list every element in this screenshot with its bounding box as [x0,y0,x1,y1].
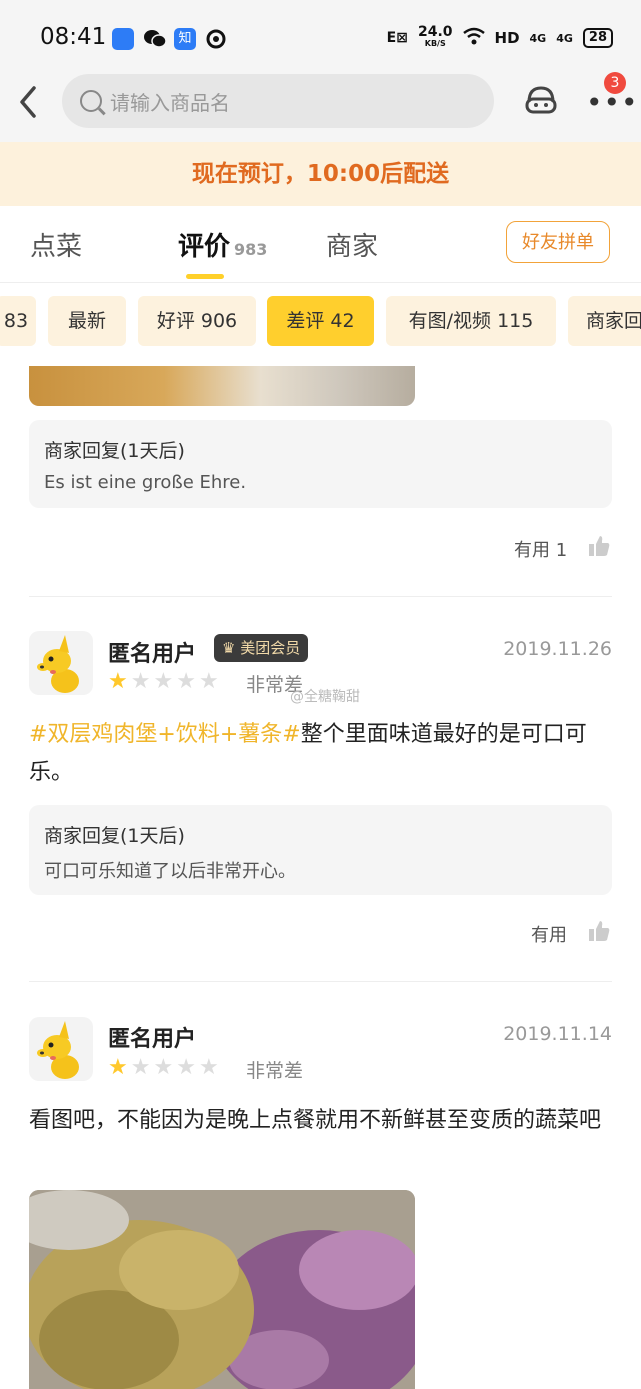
dish-tag[interactable]: #双层鸡肉堡+饮料+薯条# [29,722,301,747]
tab-active-indicator [186,274,224,279]
filter-positive[interactable]: 好评 906 [138,296,256,346]
useful-button[interactable]: 有用 [531,921,567,947]
signal-4g-icon-2: 4G [556,31,573,45]
merchant-reply-text: Es ist eine große Ehre. [44,472,247,493]
thumbs-up-icon[interactable] [588,920,610,942]
group-order-button[interactable]: 好友拼单 [506,221,610,263]
zhihu-icon: 知 [174,28,196,50]
tab-merchant[interactable]: 商家 [326,226,378,263]
thumbs-up-icon[interactable] [588,535,610,557]
more-icon[interactable]: ••• [586,89,639,117]
status-time: 08:41 [40,24,107,50]
merchant-reply-text: 可口可乐知道了以后非常开心。 [44,861,296,882]
review-date: 2019.11.14 [503,1023,612,1045]
tab-menu[interactable]: 点菜 [30,226,82,263]
wifi-icon [462,27,485,49]
tab-bar: 点菜 评价 983 商家 好友拼单 [0,206,641,283]
search-placeholder: 请输入商品名 [110,90,230,115]
username: 匿名用户 [108,1027,197,1052]
star-icon: ★ [108,1055,128,1080]
signal-4g-icon: 4G [529,31,547,45]
delivery-banner: 现在预订，10:00后配送 [0,142,641,206]
tab-reviews-label: 评价 [178,232,231,262]
nfc-icon: E⊠ [386,30,408,46]
status-bar: 08:41 知 E⊠ 24.0 KB/S HD 4G 4G 28 [0,0,641,72]
star-icon: ★ [108,669,128,694]
merchant-reply: 商家回复(1天后) 可口可乐知道了以后非常开心。 [29,805,612,895]
tab-reviews-count: 983 [234,240,268,259]
username: 匿名用户 [108,642,197,667]
network-speed-value: 24.0 [417,24,453,40]
network-speed: 24.0 KB/S [417,24,453,50]
tab-menu-label: 点菜 [30,232,83,262]
useful-button[interactable]: 有用 1 [514,536,567,562]
filter-merchant-reply[interactable]: 商家回 [568,296,641,346]
star-icon: ★ [176,669,196,694]
star-icon: ★ [176,1055,196,1080]
review-filters: 83 最新 好评 906 差评 42 有图/视频 115 商家回 [0,296,641,350]
battery-icon: 28 [582,28,613,48]
top-nav: 请输入商品名 ••• 3 [0,72,641,142]
member-badge: ♛ 美团会员 [214,634,309,662]
star-icon: ★ [153,669,174,694]
tab-merchant-label: 商家 [326,232,379,262]
filter-latest[interactable]: 最新 [48,296,126,346]
rating-text: 非常差 [246,1060,304,1082]
review-photo[interactable] [29,366,415,406]
review-photo[interactable] [29,1190,415,1389]
filter-chip[interactable]: 83 [0,296,36,346]
tab-reviews[interactable]: 评价 983 [178,226,267,263]
merchant-reply-title: 商家回复(1天后) [44,440,185,462]
status-right: E⊠ 24.0 KB/S HD 4G 4G 28 [386,24,613,50]
star-icon: ★ [130,1055,151,1080]
filter-negative[interactable]: 差评 42 [267,296,374,346]
star-icon: ★ [198,669,219,694]
star-rating: ★ ★ ★ ★ ★ [108,670,219,694]
network-speed-unit: KB/S [424,39,446,48]
watermark: @全糖鞠甜 [290,689,360,705]
avatar[interactable] [29,631,93,695]
review-content: 看图吧，不能因为是晚上点餐就用不新鲜甚至变质的蔬菜吧 [29,1108,602,1133]
search-icon [80,90,102,112]
cloud-app-icon [112,28,134,50]
member-badge-label: 美团会员 [240,639,301,657]
star-icon: ★ [130,669,151,694]
merchant-reply: 商家回复(1天后) Es ist eine große Ehre. [29,420,612,508]
review-divider [29,981,612,982]
star-icon: ★ [153,1055,174,1080]
crown-icon: ♛ [222,639,236,657]
back-icon[interactable] [14,82,40,129]
avatar[interactable] [29,1017,93,1081]
star-icon: ★ [198,1055,219,1080]
review-date: 2019.11.26 [503,638,612,660]
search-input[interactable]: 请输入商品名 [62,74,494,128]
merchant-reply-title: 商家回复(1天后) [44,825,185,847]
filter-with-media[interactable]: 有图/视频 115 [386,296,556,346]
review-content: #双层鸡肉堡+饮料+薯条#整个里面味道最好的是可口可乐。 [29,716,612,792]
notification-badge: 3 [604,72,626,94]
review-divider [29,596,612,597]
star-rating: ★ ★ ★ ★ ★ [108,1056,219,1080]
wechat-icon [143,28,167,50]
hd-label: HD [494,29,520,47]
customer-service-icon[interactable] [524,84,558,116]
netease-music-icon [205,28,227,50]
